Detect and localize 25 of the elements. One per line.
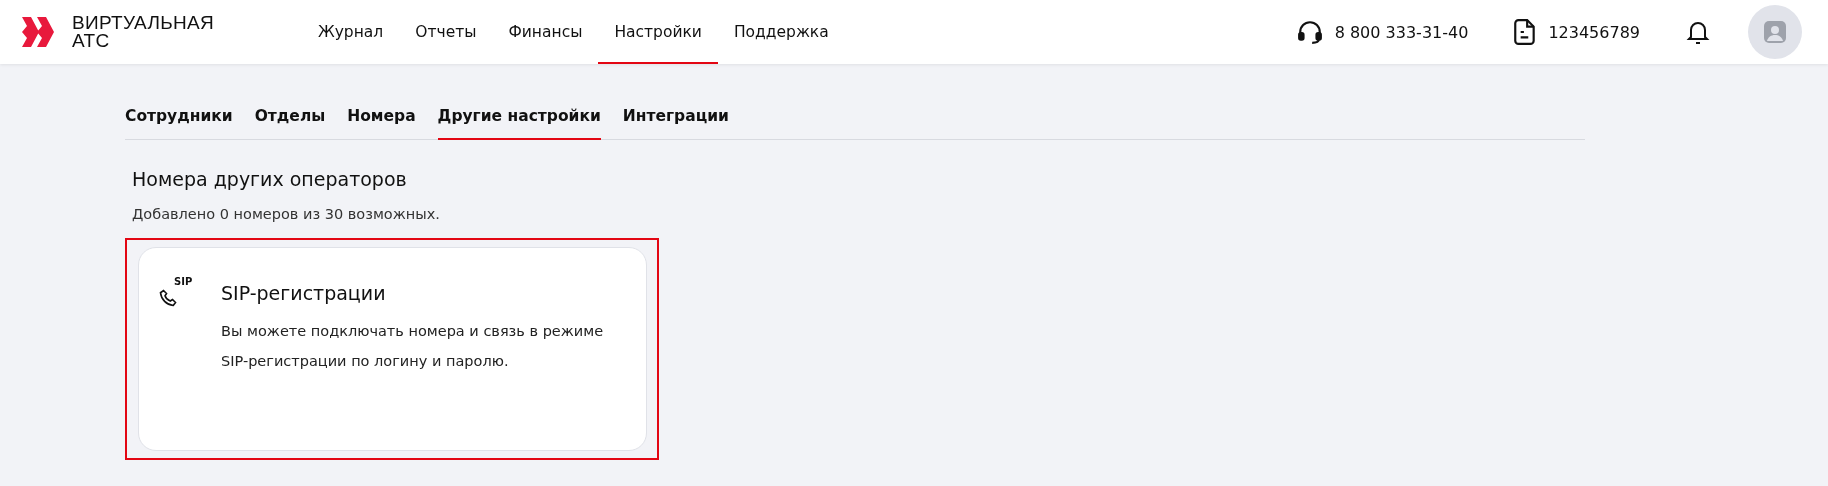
nav-link[interactable]: Журнал — [302, 0, 400, 64]
section-title: Номера других операторов — [132, 168, 408, 190]
nav-link[interactable]: Настройки — [598, 0, 718, 64]
document-icon — [1514, 19, 1537, 45]
avatar[interactable] — [1748, 5, 1802, 59]
contract-number: 123456789 — [1548, 22, 1640, 42]
icon-label: SIP — [174, 276, 193, 287]
tab[interactable]: Другие настройки — [437, 94, 601, 140]
nav-link[interactable]: Поддержка — [717, 0, 845, 64]
tab[interactable]: Номера — [347, 94, 416, 140]
nav-link[interactable]: Финансы — [492, 0, 599, 64]
section-subtitle: Добавлено 0 номеров из 30 возможных. — [132, 206, 441, 222]
headset-icon — [1296, 19, 1323, 45]
nav-link[interactable]: Отчеты — [399, 0, 493, 64]
sip-card[interactable]: SIP SIP-регистрации Вы можете подключать номера и связь в режиме SIP-регистрации по логину и паролю. — [138, 247, 647, 451]
logo-text: ВИРТУАЛЬНАЯ — [72, 14, 214, 32]
tab[interactable]: Отделы — [254, 94, 326, 140]
card-title: SIP-регистрации — [221, 282, 387, 304]
card-description: Вы можете подключать номера и связь в режиме SIP-регистрации по логину и паролю. — [221, 322, 605, 371]
tab[interactable]: Интеграции — [622, 94, 729, 140]
logo-text: АТС — [72, 32, 111, 50]
tab[interactable]: Сотрудники — [125, 94, 233, 140]
phone-icon — [159, 288, 177, 308]
notifications-button[interactable] — [1686, 19, 1710, 45]
support-phone: 8 800 333-31-40 — [1334, 22, 1469, 42]
